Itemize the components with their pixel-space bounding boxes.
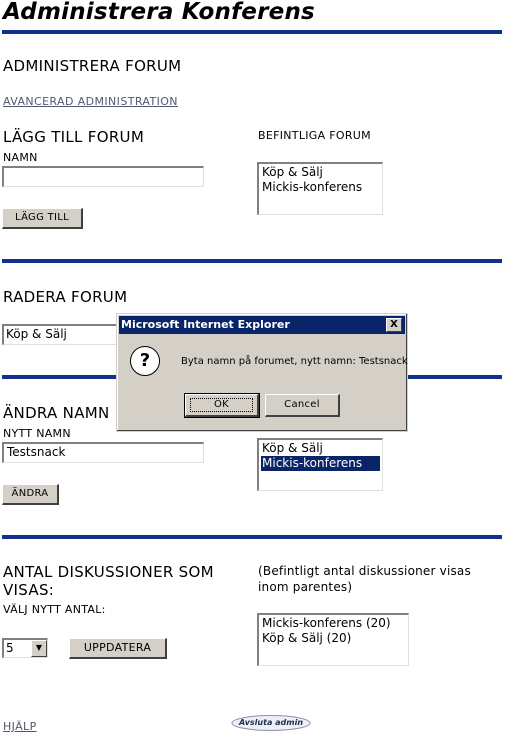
dialog-titlebar[interactable]: Microsoft Internet Explorer X bbox=[119, 316, 405, 334]
section-heading-delete-forum: RADERA FORUM bbox=[3, 288, 128, 306]
choose-count-label: VÄLJ NYTT ANTAL: bbox=[3, 603, 106, 616]
divider bbox=[2, 535, 502, 539]
delete-forum-selected: Köp & Sälj bbox=[6, 327, 67, 341]
count-note-line2: inom parentes) bbox=[258, 580, 353, 594]
count-selected: 5 bbox=[6, 641, 14, 655]
list-item[interactable]: Mickis-konferens (20) bbox=[261, 616, 406, 631]
name-label: NAMN bbox=[3, 151, 38, 164]
divider bbox=[2, 259, 502, 263]
list-item-selected[interactable]: Mickis-konferens bbox=[261, 456, 380, 471]
existing-forums-label: BEFINTLIGA FORUM bbox=[258, 129, 371, 142]
existing-forums-list[interactable]: Köp & Sälj Mickis-konferens bbox=[257, 162, 383, 215]
close-icon[interactable]: X bbox=[386, 318, 402, 332]
add-forum-button[interactable]: LÄGG TILL bbox=[2, 208, 83, 229]
section-heading-admin-forum: ADMINISTRERA FORUM bbox=[3, 57, 182, 75]
rename-forum-list[interactable]: Köp & Sälj Mickis-konferens bbox=[257, 438, 383, 491]
forum-name-input[interactable] bbox=[2, 166, 204, 187]
question-icon: ? bbox=[130, 346, 160, 376]
discussions-list[interactable]: Mickis-konferens (20) Köp & Sälj (20) bbox=[257, 613, 409, 666]
new-name-label: NYTT NAMN bbox=[3, 427, 71, 440]
count-select[interactable]: 5 ▼ bbox=[2, 638, 48, 658]
list-item[interactable]: Mickis-konferens bbox=[261, 180, 380, 195]
section-heading-discussions-line2: VISAS: bbox=[3, 581, 55, 599]
update-count-button[interactable]: UPPDATERA bbox=[69, 638, 167, 659]
count-note: (Befintligt antal diskussioner visas bbox=[258, 564, 471, 578]
delete-forum-select[interactable]: Köp & Sälj bbox=[2, 324, 122, 345]
list-item[interactable]: Köp & Sälj bbox=[261, 165, 380, 180]
page-title: Administrera Konferens bbox=[3, 0, 315, 25]
cancel-button[interactable]: Cancel bbox=[265, 394, 340, 417]
section-heading-add-forum: LÄGG TILL FORUM bbox=[3, 128, 145, 146]
ok-button[interactable]: OK bbox=[184, 393, 260, 418]
advanced-admin-link[interactable]: AVANCERAD ADMINISTRATION bbox=[3, 95, 178, 108]
change-name-button[interactable]: ÄNDRA bbox=[2, 484, 59, 505]
list-item[interactable]: Köp & Sälj bbox=[261, 441, 380, 456]
dialog-title: Microsoft Internet Explorer bbox=[121, 318, 290, 331]
section-heading-rename: ÄNDRA NAMN bbox=[3, 404, 110, 422]
focus-indicator bbox=[190, 398, 253, 412]
dialog-message: Byta namn på forumet, nytt namn: Testsna… bbox=[181, 356, 408, 367]
logout-button[interactable]: Avsluta admin bbox=[231, 714, 311, 732]
section-heading-discussions: ANTAL DISKUSSIONER SOM bbox=[3, 563, 214, 581]
chevron-down-icon[interactable]: ▼ bbox=[31, 640, 47, 657]
new-name-input[interactable]: Testsnack bbox=[2, 442, 204, 463]
divider bbox=[2, 30, 502, 34]
logout-button-label: Avsluta admin bbox=[238, 718, 304, 727]
help-link[interactable]: HJÄLP bbox=[3, 720, 37, 733]
list-item[interactable]: Köp & Sälj (20) bbox=[261, 631, 406, 646]
confirm-dialog: Microsoft Internet Explorer X ? Byta nam… bbox=[116, 313, 408, 432]
